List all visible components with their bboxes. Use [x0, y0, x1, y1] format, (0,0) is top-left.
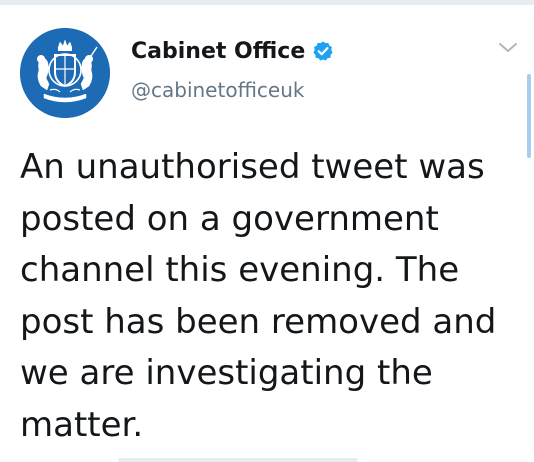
display-name-row[interactable]: Cabinet Office	[131, 33, 334, 69]
tweet-text-line: posted on a government	[20, 198, 439, 239]
user-handle[interactable]: @cabinetofficeuk	[131, 78, 304, 102]
tweet-text-line: we are investigating the	[20, 353, 433, 393]
tweet-text-line: channel this evening. The	[20, 250, 460, 290]
royal-coat-of-arms-icon	[20, 28, 110, 118]
tweet-text: An unauthorised tweet was posted on a go…	[20, 142, 530, 451]
tweet-text-line: matter.	[20, 404, 144, 445]
display-name[interactable]: Cabinet Office	[131, 39, 305, 64]
bottom-divider	[118, 458, 358, 462]
verified-badge-icon	[312, 40, 334, 62]
tweet-card: Cabinet Office @cabinetofficeuk An unaut…	[0, 0, 534, 462]
avatar[interactable]	[20, 28, 110, 118]
top-divider	[0, 0, 534, 5]
tweet-text-line: An unauthorised tweet was	[20, 147, 485, 187]
tweet-text-line: post has been removed and	[20, 301, 497, 342]
chevron-down-icon[interactable]	[497, 40, 519, 56]
